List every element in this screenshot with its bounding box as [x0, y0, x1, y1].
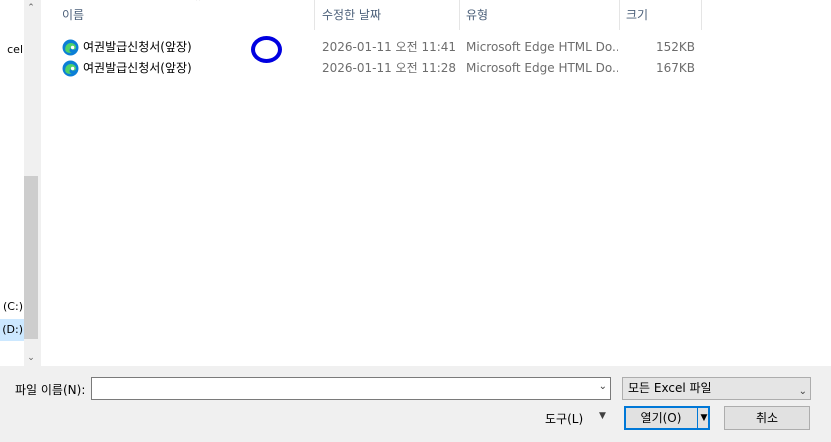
file-type: Microsoft Edge HTML Do... [466, 61, 618, 75]
filename-input[interactable] [92, 378, 588, 399]
file-type: Microsoft Edge HTML Do... [466, 40, 618, 54]
tools-button[interactable]: 도구(L) [545, 410, 583, 427]
nav-item-label: (C:) [3, 300, 23, 313]
nav-item-drive-c[interactable]: (C:) [0, 296, 24, 318]
file-size: 152KB [655, 40, 695, 54]
nav-item-label: (D:) [2, 323, 23, 336]
file-row[interactable]: 여권발급신청서(앞장) 2026-01-11 오전 11:41 Microsof… [51, 37, 701, 58]
filename-label: 파일 이름(N): [15, 383, 86, 397]
nav-item-excel[interactable]: cel [0, 39, 24, 61]
column-header-label: 유형 [466, 8, 489, 22]
file-date: 2026-01-11 오전 11:41 [322, 40, 457, 54]
column-header-label: 수정한 날짜 [322, 8, 382, 22]
cancel-button[interactable]: 취소 [724, 406, 810, 430]
chevron-down-icon[interactable]: ⌄ [599, 381, 607, 392]
file-type-filter[interactable]: 모든 Excel 파일 ⌄ [622, 377, 811, 400]
file-row[interactable]: 여권발급신청서(앞장) 2026-01-11 오전 11:28 Microsof… [51, 58, 701, 79]
nav-item-drive-d[interactable]: (D:) [0, 319, 24, 341]
file-open-dialog: cel (C:) (D:) ⌃ ⌄ 이름 ⌃ 수정한 날짜 유형 크기 여권발급… [0, 0, 831, 442]
split-divider [697, 408, 698, 428]
edge-icon [62, 60, 79, 77]
file-name: 여권발급신청서(앞장) [83, 61, 192, 75]
filename-combobox[interactable]: ⌄ [91, 377, 611, 400]
column-header-label: 크기 [626, 8, 649, 22]
cancel-button-label: 취소 [755, 411, 779, 425]
sort-ascending-icon: ⌃ [194, 0, 203, 8]
nav-scrollbar[interactable]: ⌃ ⌄ [24, 0, 38, 366]
filter-value: 모든 Excel 파일 [628, 381, 712, 395]
column-header-type[interactable]: 유형 [460, 0, 620, 30]
edge-icon [62, 39, 79, 56]
scroll-down-icon[interactable]: ⌄ [24, 350, 38, 366]
file-list: 이름 ⌃ 수정한 날짜 유형 크기 여권발급신청서(앞장) 2026-01-11… [41, 0, 831, 366]
file-name: 여권발급신청서(앞장) [83, 40, 192, 54]
pane-splitter[interactable] [39, 0, 40, 366]
chevron-down-icon[interactable]: ⌄ [799, 381, 807, 402]
caret-down-icon[interactable]: ▼ [599, 411, 606, 421]
caret-down-icon[interactable]: ▼ [699, 408, 709, 428]
column-header-name[interactable]: 이름 ⌃ [56, 0, 315, 30]
file-size: 167KB [655, 61, 695, 75]
scroll-thumb[interactable] [24, 176, 38, 339]
column-header-label: 이름 [62, 8, 85, 22]
column-header-size[interactable]: 크기 [620, 0, 702, 30]
scroll-up-icon[interactable]: ⌃ [24, 0, 38, 16]
column-header-date[interactable]: 수정한 날짜 [316, 0, 460, 30]
open-button[interactable]: 열기(O) ▼ [624, 406, 710, 430]
navigation-pane: cel (C:) (D:) ⌃ ⌄ [0, 0, 38, 366]
annotation-circle-marker [251, 36, 282, 63]
open-button-label: 열기(O) [640, 411, 682, 425]
nav-item-label: cel [7, 43, 23, 56]
file-date: 2026-01-11 오전 11:28 [322, 61, 457, 75]
